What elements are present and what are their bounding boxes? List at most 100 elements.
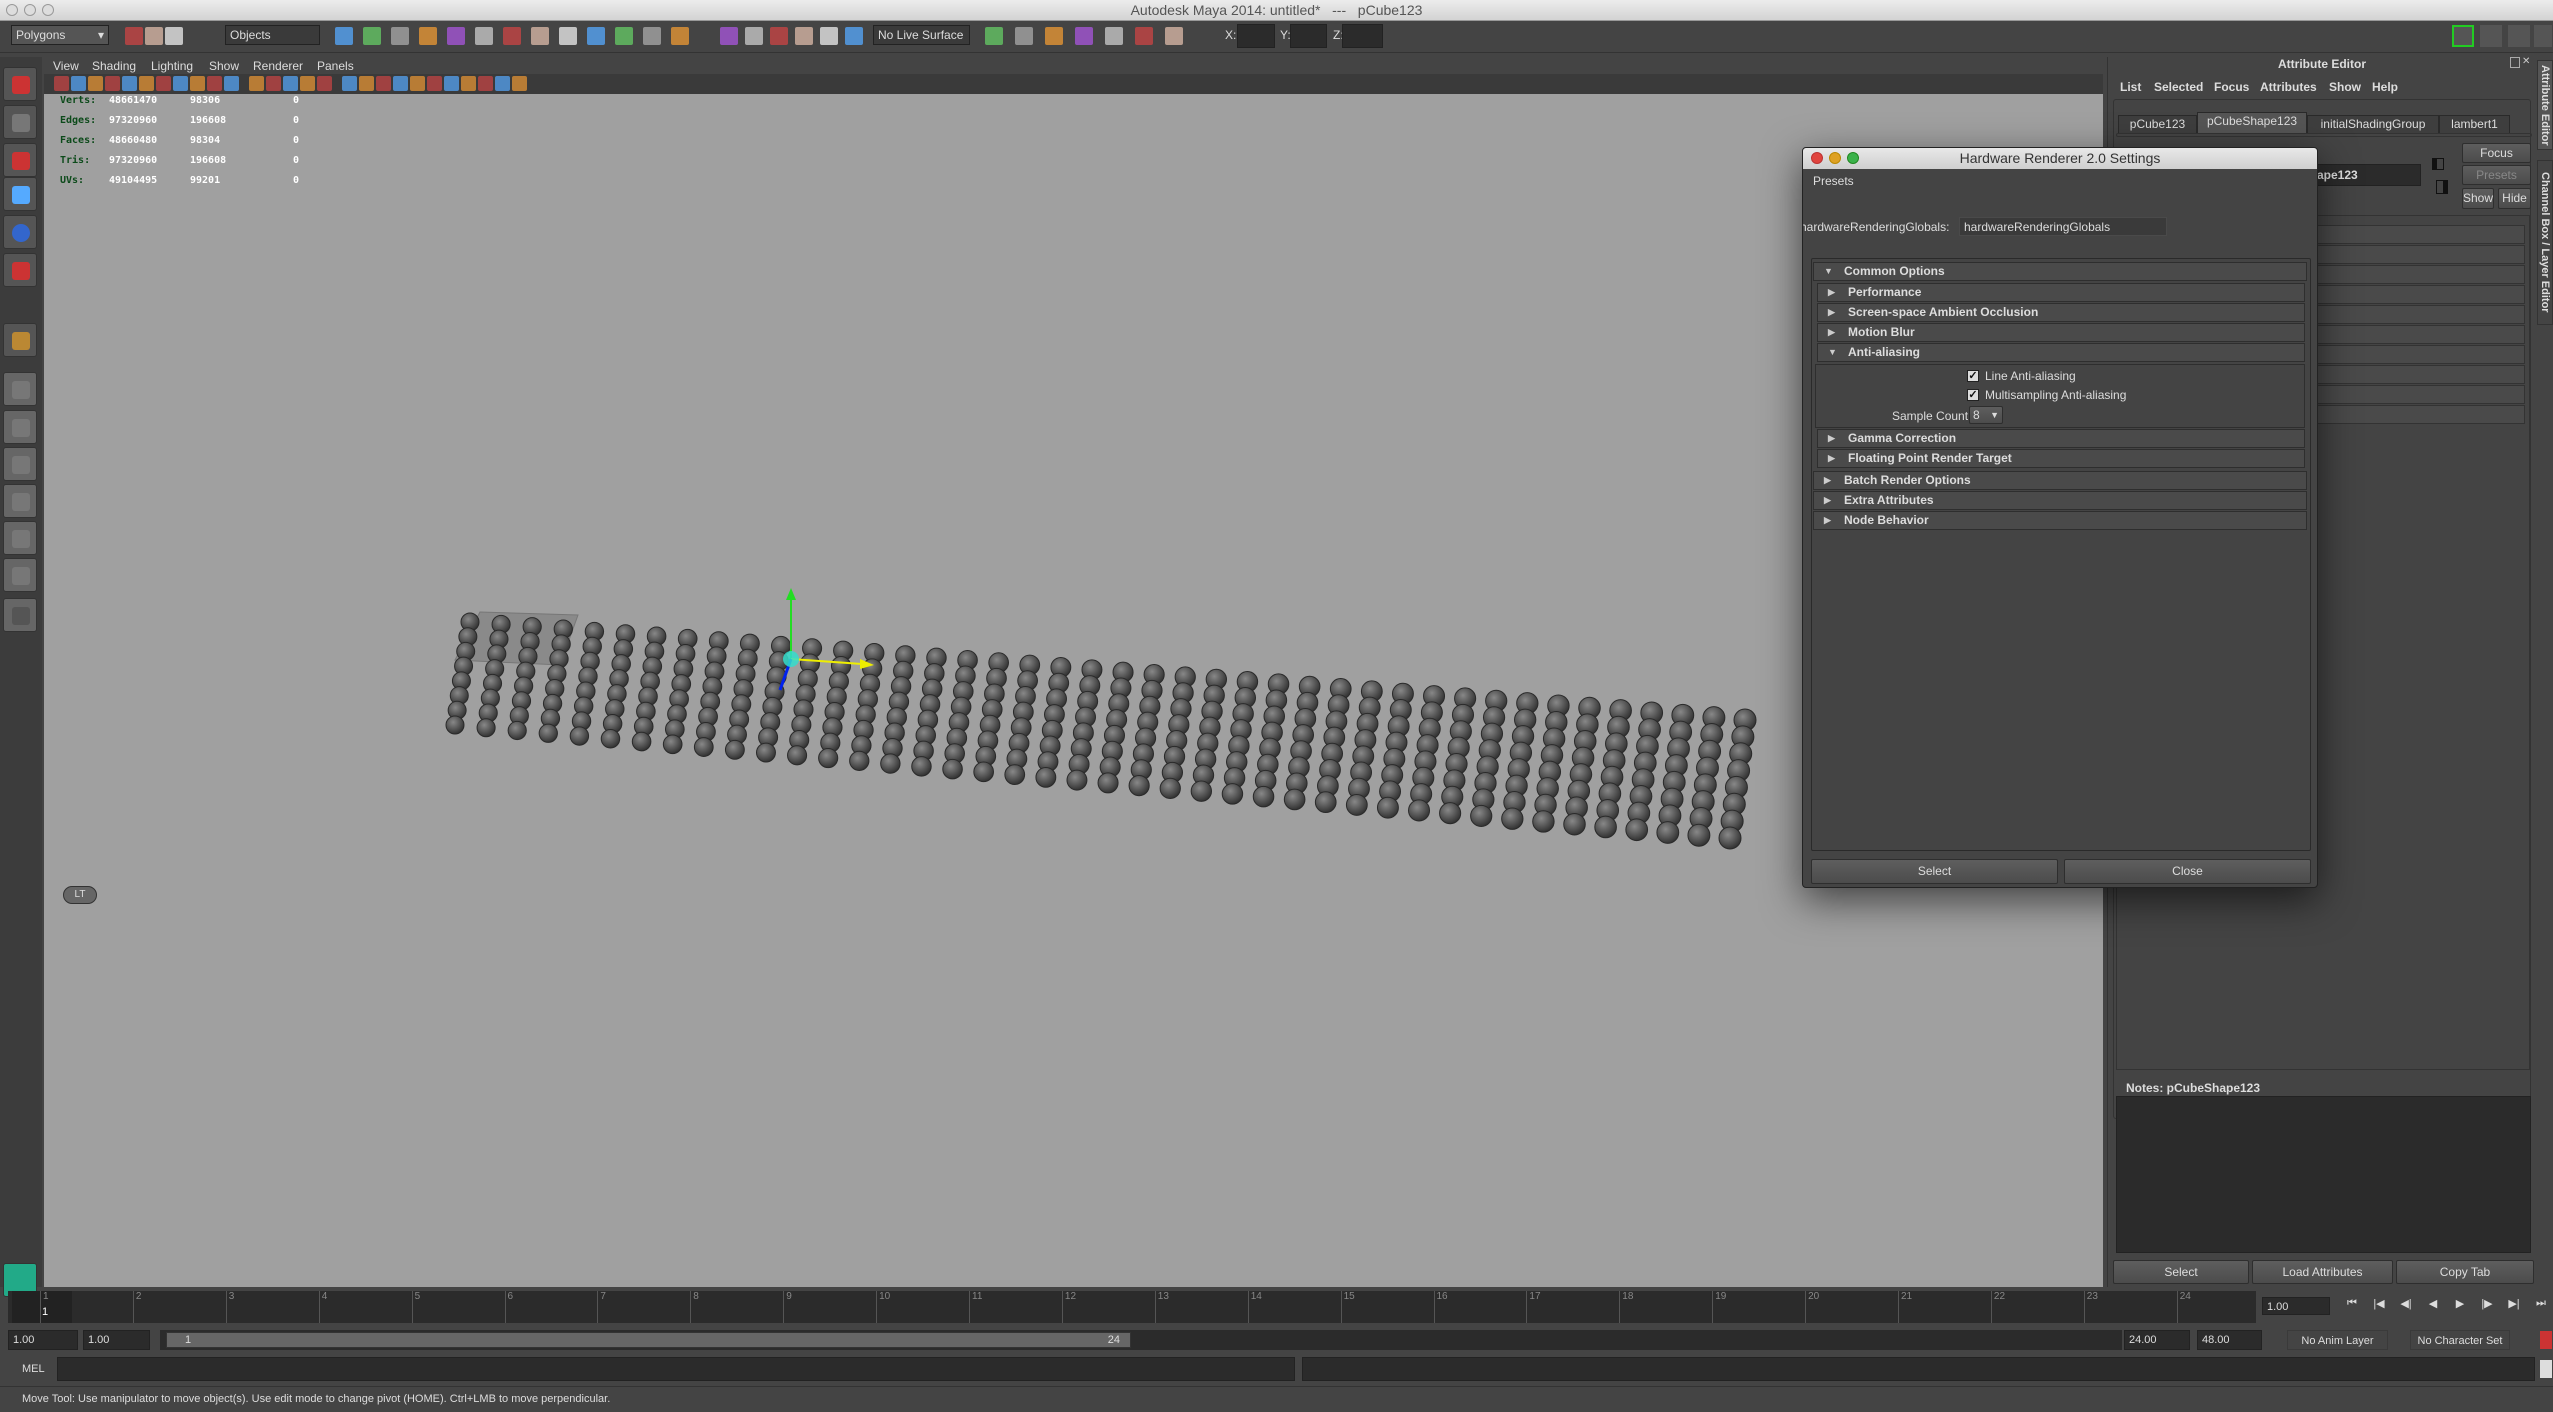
ae-menu-show[interactable]: Show: [2329, 80, 2361, 94]
sphere-mesh[interactable]: [1128, 775, 1150, 797]
sphere-mesh[interactable]: [1035, 766, 1057, 788]
dialog-zoom-button[interactable]: [1847, 152, 1859, 164]
ae-menu-list[interactable]: List: [2120, 80, 2141, 94]
section-anti-aliasing[interactable]: ▼ Anti-aliasing: [1817, 343, 2305, 362]
section-common-options[interactable]: ▼ Common Options: [1813, 262, 2307, 281]
float-panel-icon[interactable]: [2510, 57, 2520, 68]
ae-menu-focus[interactable]: Focus: [2214, 80, 2249, 94]
section-gamma-correction[interactable]: ▶ Gamma Correction: [1817, 429, 2305, 448]
view-cube-badge[interactable]: LT: [63, 886, 97, 904]
presets-menu[interactable]: Presets: [1813, 174, 1854, 188]
sphere-mesh[interactable]: [507, 720, 527, 741]
select-component-icon[interactable]: [391, 27, 409, 45]
close-window-button[interactable]: [6, 4, 18, 16]
input-ops-icon[interactable]: [985, 27, 1003, 45]
dialog-close-button-bottom[interactable]: Close: [2064, 859, 2311, 884]
sphere-mesh[interactable]: [1190, 780, 1213, 802]
handle-mask-icon[interactable]: [419, 27, 437, 45]
construction-history-icon[interactable]: [1045, 27, 1063, 45]
y-input[interactable]: [1290, 24, 1327, 48]
menu-set-dropdown[interactable]: Polygons ▾: [11, 25, 109, 45]
xray-joints-icon[interactable]: [461, 76, 476, 91]
open-scene-icon[interactable]: [145, 27, 163, 45]
step-forward-frame-icon[interactable]: ▶|: [2502, 1297, 2526, 1315]
x-input[interactable]: [1237, 24, 1275, 48]
sphere-mesh[interactable]: [849, 750, 870, 771]
output-connection-icon[interactable]: [2436, 180, 2448, 194]
render-settings-icon[interactable]: [1165, 27, 1183, 45]
snap-surface-icon[interactable]: [820, 27, 838, 45]
sphere-mesh[interactable]: [1221, 783, 1244, 805]
section-floating-point-render-target[interactable]: ▶ Floating Point Render Target: [1817, 449, 2305, 468]
ipr-render-icon[interactable]: [1135, 27, 1153, 45]
step-back-frame-icon[interactable]: |◀: [2367, 1297, 2391, 1315]
isolate-icon[interactable]: [478, 76, 493, 91]
sphere-mesh[interactable]: [693, 737, 714, 757]
highlight-icon[interactable]: [671, 27, 689, 45]
misc-mask-icon[interactable]: [615, 27, 633, 45]
render-mask-icon[interactable]: [587, 27, 605, 45]
tab-lambert1[interactable]: lambert1: [2439, 115, 2510, 133]
sphere-mesh[interactable]: [445, 715, 465, 735]
show-button[interactable]: Show: [2462, 188, 2494, 209]
ae-menu-help[interactable]: Help: [2372, 80, 2398, 94]
sphere-mesh[interactable]: [1376, 796, 1399, 819]
sphere-mesh[interactable]: [662, 734, 683, 755]
panel-menu-renderer[interactable]: Renderer: [253, 59, 303, 73]
snap-view-icon[interactable]: [795, 27, 813, 45]
current-time-field[interactable]: 1.00: [2262, 1297, 2330, 1315]
sphere-mesh[interactable]: [1718, 826, 1742, 850]
section-performance[interactable]: ▶ Performance: [1817, 283, 2305, 302]
anim-layer-dropdown[interactable]: No Anim Layer: [2287, 1330, 2388, 1350]
range-end-field[interactable]: 48.00: [2197, 1330, 2262, 1350]
focus-button[interactable]: Focus: [2462, 143, 2531, 163]
select-object-icon[interactable]: [363, 27, 381, 45]
sphere-mesh[interactable]: [880, 753, 901, 774]
selection-mode-dropdown[interactable]: Objects: [225, 25, 320, 45]
channel-box-toggle-icon[interactable]: [2534, 25, 2552, 47]
lock-icon[interactable]: [643, 27, 661, 45]
auto-key-icon[interactable]: [2540, 1331, 2552, 1349]
zoom-window-button[interactable]: [42, 4, 54, 16]
select-tool-icon[interactable]: [3, 67, 37, 101]
aa-icon[interactable]: [410, 76, 425, 91]
sphere-mesh[interactable]: [1656, 821, 1680, 844]
shadows-icon[interactable]: [359, 76, 374, 91]
side-tab-attribute-editor[interactable]: Attribute Editor: [2537, 60, 2553, 150]
select-camera-icon[interactable]: [54, 76, 69, 91]
save-scene-icon[interactable]: [165, 27, 183, 45]
range-start-field[interactable]: 1.00: [8, 1330, 78, 1350]
wireframe-icon[interactable]: [249, 76, 264, 91]
sphere-mesh[interactable]: [1470, 804, 1493, 828]
hypershade-layout-icon[interactable]: [3, 521, 37, 555]
sphere-mesh[interactable]: [724, 739, 745, 760]
notes-textarea[interactable]: [2116, 1096, 2531, 1253]
input-connection-icon[interactable]: [2432, 158, 2444, 170]
resolution-gate-icon[interactable]: [156, 76, 171, 91]
ae-menu-selected[interactable]: Selected: [2154, 80, 2203, 94]
xray-icon[interactable]: [444, 76, 459, 91]
wire-on-shaded-icon[interactable]: [300, 76, 315, 91]
persp-outliner-layout-icon[interactable]: [3, 447, 37, 481]
rotate-tool-icon[interactable]: [3, 215, 37, 249]
copy-tab-button[interactable]: Copy Tab: [2396, 1260, 2534, 1284]
pivot-mask-icon[interactable]: [447, 27, 465, 45]
smooth-shade-icon[interactable]: [266, 76, 281, 91]
dialog-close-button[interactable]: [1811, 152, 1823, 164]
camera-attr-icon[interactable]: [71, 76, 86, 91]
layout-toggle-icon[interactable]: [2452, 25, 2474, 47]
sphere-mesh[interactable]: [569, 726, 590, 746]
sphere-mesh[interactable]: [1345, 794, 1368, 816]
character-set-dropdown[interactable]: No Character Set: [2410, 1330, 2510, 1350]
playback-end-field[interactable]: 24.00: [2124, 1330, 2190, 1350]
magnet-icon[interactable]: [845, 27, 863, 45]
dynamics-mask-icon[interactable]: [559, 27, 577, 45]
dialog-select-button[interactable]: Select: [1811, 859, 2058, 884]
script-editor-icon[interactable]: [2540, 1360, 2552, 1378]
sphere-mesh[interactable]: [1594, 815, 1617, 839]
lasso-tool-icon[interactable]: [3, 105, 37, 139]
safe-action-icon[interactable]: [207, 76, 222, 91]
output-ops-icon[interactable]: [1015, 27, 1033, 45]
sphere-mesh[interactable]: [1532, 810, 1555, 833]
sphere-mesh[interactable]: [1097, 772, 1119, 794]
